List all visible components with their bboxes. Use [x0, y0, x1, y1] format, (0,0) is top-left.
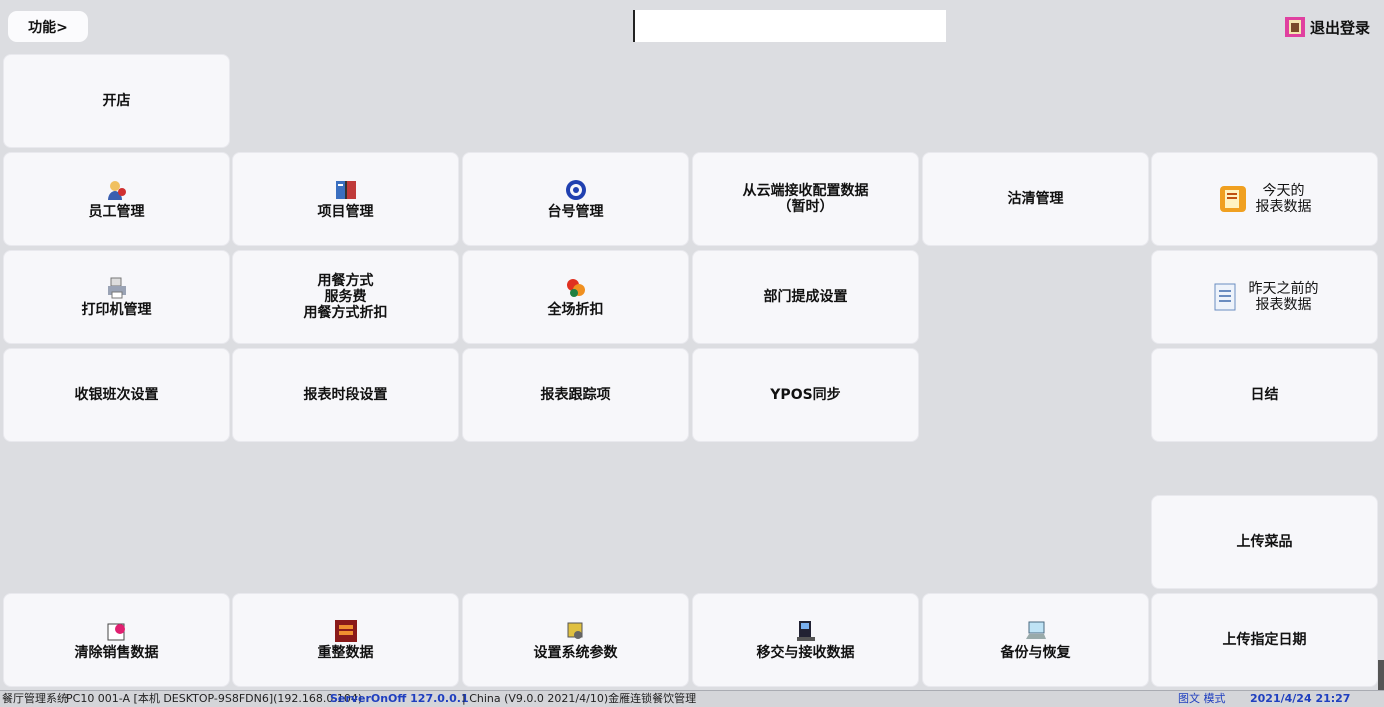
- function-menu-button[interactable]: 功能>: [8, 11, 88, 42]
- cloud-receive-config-label: 从云端接收配置数据: [742, 183, 869, 199]
- bricks-icon: [334, 619, 358, 643]
- staff-management-label: 员工管理: [88, 204, 145, 220]
- rebuild-data-button[interactable]: 重整数据: [232, 593, 459, 687]
- gear-icon: [564, 178, 588, 202]
- scrollbar-handle[interactable]: [1378, 660, 1384, 690]
- open-store-button[interactable]: 开店: [3, 54, 230, 148]
- upload-dishes-label: 上传菜品: [1236, 534, 1293, 550]
- report-period-button[interactable]: 报表时段设置: [232, 348, 459, 442]
- upload-date-button[interactable]: 上传指定日期: [1151, 593, 1378, 687]
- daily-close-label: 日结: [1250, 387, 1279, 403]
- dining-mode-discount-label: 用餐方式折扣: [303, 305, 388, 321]
- status-version: | China (V9.0.0 2021/4/10)金雁连锁餐饮管理: [462, 692, 697, 705]
- rebuild-data-label: 重整数据: [317, 645, 374, 661]
- eraser-icon: [105, 619, 129, 643]
- status-datetime: 2021/4/24 21:27: [1250, 692, 1351, 705]
- staff-icon: [105, 178, 129, 202]
- previous-report-sublabel: 报表数据: [1255, 297, 1312, 313]
- today-report-label: 今天的: [1262, 183, 1305, 199]
- report-tracking-button[interactable]: 报表跟踪项: [462, 348, 689, 442]
- previous-report-label: 昨天之前的: [1248, 281, 1319, 297]
- transfer-receive-button[interactable]: 移交与接收数据: [692, 593, 919, 687]
- backup-restore-label: 备份与恢复: [1000, 645, 1071, 661]
- status-mode: 图文 模式: [1178, 692, 1226, 705]
- logout-button[interactable]: 退出登录: [1284, 15, 1370, 39]
- dining-mode-label: 用餐方式: [317, 273, 374, 289]
- computer-icon: [794, 619, 818, 643]
- report-period-label: 报表时段设置: [303, 387, 388, 403]
- status-terminal: PC10 001-A [本机 DESKTOP-9S8FDN6](192.168.…: [66, 692, 363, 705]
- settings-icon: [564, 619, 588, 643]
- upload-dishes-button[interactable]: 上传菜品: [1151, 495, 1378, 589]
- full-discount-button[interactable]: 全场折扣: [462, 250, 689, 344]
- cloud-receive-config-button[interactable]: 从云端接收配置数据 （暂时）: [692, 152, 919, 246]
- staff-management-button[interactable]: 员工管理: [3, 152, 230, 246]
- upload-date-label: 上传指定日期: [1222, 632, 1307, 648]
- today-report-button[interactable]: 今天的 报表数据: [1151, 152, 1378, 246]
- report-icon: [1218, 184, 1248, 214]
- status-server: ServerOnOff 127.0.0.1: [330, 692, 469, 705]
- logout-label: 退出登录: [1309, 18, 1370, 37]
- discount-icon: [564, 276, 588, 300]
- laptop-icon: [1024, 619, 1048, 643]
- document-icon: [1211, 282, 1241, 312]
- table-management-button[interactable]: 台号管理: [462, 152, 689, 246]
- clear-sales-label: 清除销售数据: [74, 645, 159, 661]
- backup-restore-button[interactable]: 备份与恢复: [922, 593, 1149, 687]
- report-tracking-label: 报表跟踪项: [540, 387, 611, 403]
- previous-report-button[interactable]: 昨天之前的 报表数据: [1151, 250, 1378, 344]
- status-bar: 餐厅管理系统 PC10 001-A [本机 DESKTOP-9S8FDN6](1…: [0, 690, 1384, 707]
- logout-icon: [1284, 16, 1306, 38]
- system-params-button[interactable]: 设置系统参数: [462, 593, 689, 687]
- dining-mode-button[interactable]: 用餐方式 服务费 用餐方式折扣: [232, 250, 459, 344]
- search-input[interactable]: [633, 10, 946, 42]
- today-report-sublabel: 报表数据: [1255, 199, 1312, 215]
- status-app-name: 餐厅管理系统: [2, 692, 68, 705]
- cashier-shift-label: 收银班次设置: [74, 387, 159, 403]
- cashier-shift-button[interactable]: 收银班次设置: [3, 348, 230, 442]
- table-management-label: 台号管理: [547, 204, 604, 220]
- transfer-receive-label: 移交与接收数据: [756, 645, 855, 661]
- clear-sales-button[interactable]: 清除销售数据: [3, 593, 230, 687]
- full-discount-label: 全场折扣: [547, 302, 604, 318]
- book-icon: [334, 178, 358, 202]
- open-store-label: 开店: [102, 93, 131, 109]
- printer-icon: [105, 276, 129, 300]
- daily-close-button[interactable]: 日结: [1151, 348, 1378, 442]
- system-params-label: 设置系统参数: [533, 645, 618, 661]
- estimate-management-button[interactable]: 沽清管理: [922, 152, 1149, 246]
- dept-commission-label: 部门提成设置: [763, 289, 848, 305]
- cloud-receive-config-note: （暂时）: [777, 199, 834, 215]
- printer-management-label: 打印机管理: [81, 302, 152, 318]
- ypos-sync-label: YPOS同步: [770, 387, 841, 403]
- item-management-label: 项目管理: [317, 204, 374, 220]
- estimate-management-label: 沽清管理: [1007, 191, 1064, 207]
- item-management-button[interactable]: 项目管理: [232, 152, 459, 246]
- service-fee-label: 服务费: [324, 289, 367, 305]
- printer-management-button[interactable]: 打印机管理: [3, 250, 230, 344]
- dept-commission-button[interactable]: 部门提成设置: [692, 250, 919, 344]
- ypos-sync-button[interactable]: YPOS同步: [692, 348, 919, 442]
